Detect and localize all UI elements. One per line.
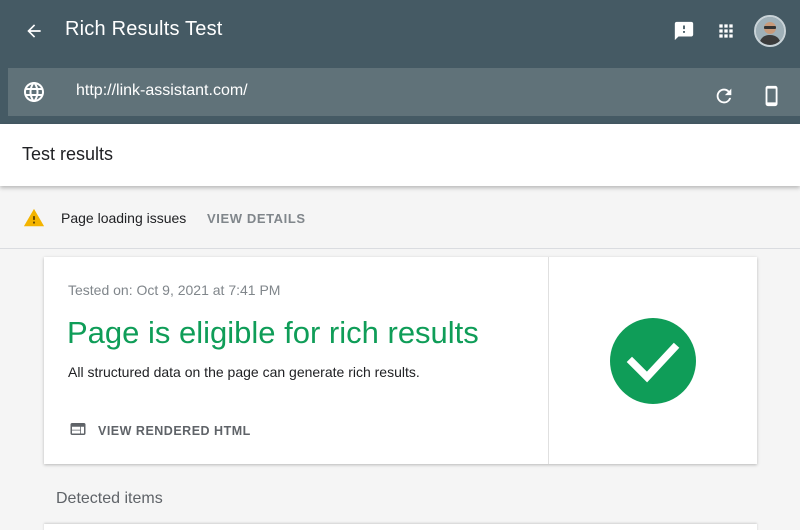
url-bar[interactable]: http://link-assistant.com/: [8, 68, 800, 116]
result-card: Tested on: Oct 9, 2021 at 7:41 PM Page i…: [44, 257, 757, 464]
web-page-icon: [68, 420, 88, 443]
app-title: Rich Results Test: [65, 18, 223, 40]
result-summary: Tested on: Oct 9, 2021 at 7:41 PM Page i…: [44, 257, 549, 464]
tested-on-date: Tested on: Oct 9, 2021 at 7:41 PM: [68, 282, 281, 298]
apps-grid-icon[interactable]: [708, 13, 744, 49]
detected-items-heading: Detected items: [56, 490, 163, 507]
detected-items-card: [44, 524, 757, 530]
issues-bar: Page loading issues VIEW DETAILS: [0, 189, 800, 249]
warning-icon: [22, 207, 46, 234]
arrow-back-icon[interactable]: [20, 17, 48, 45]
issues-label: Page loading issues: [61, 210, 187, 226]
results-header: Test results: [0, 124, 800, 186]
result-headline: Page is eligible for rich results: [67, 315, 479, 350]
top-toolbar: Rich Results Test: [0, 0, 800, 62]
url-input[interactable]: http://link-assistant.com/: [76, 82, 248, 100]
top-actions: [666, 13, 786, 49]
smartphone-icon[interactable]: [754, 78, 790, 114]
result-description: All structured data on the page can gene…: [68, 364, 420, 380]
app-bar: Rich Results Test http://link-assistant.: [0, 0, 800, 124]
view-rendered-html-button[interactable]: VIEW RENDERED HTML: [68, 421, 251, 441]
feedback-icon[interactable]: [666, 13, 702, 49]
page-title: Test results: [22, 144, 114, 164]
avatar[interactable]: [754, 15, 786, 47]
globe-icon: [22, 80, 46, 109]
check-circle-icon: [610, 318, 696, 409]
view-details-button[interactable]: VIEW DETAILS: [207, 211, 306, 226]
refresh-icon[interactable]: [706, 78, 742, 114]
view-rendered-html-label: VIEW RENDERED HTML: [98, 424, 251, 438]
